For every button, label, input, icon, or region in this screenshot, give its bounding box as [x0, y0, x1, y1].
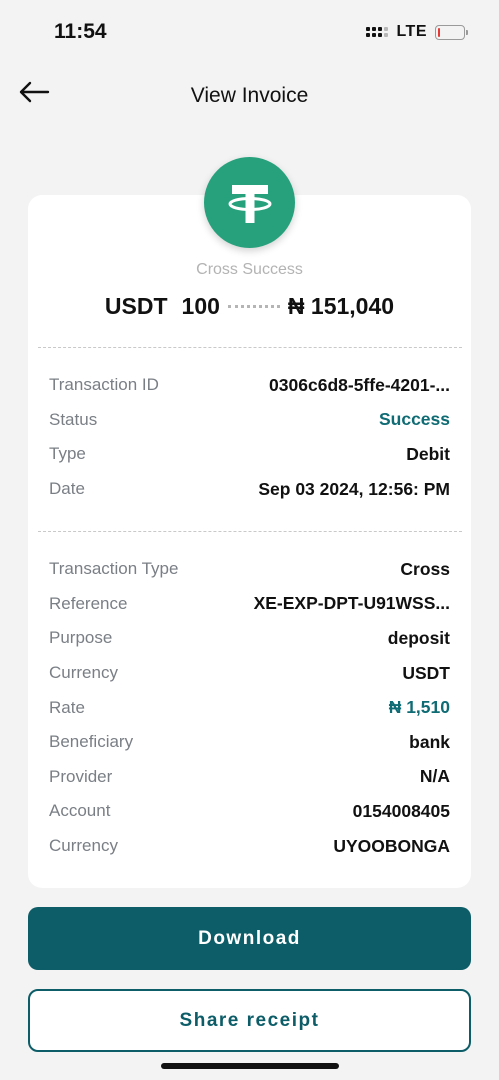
section-divider [38, 531, 462, 532]
detail-value: XE-EXP-DPT-U91WSS... [253, 593, 450, 614]
detail-value: Cross [400, 558, 450, 579]
detail-value: UYOOBONGA [333, 835, 450, 856]
detail-row-currency: Currency USDT [49, 656, 450, 691]
detail-value: deposit [387, 627, 450, 648]
detail-row-status: Status Success [49, 403, 450, 438]
transaction-status-text: Cross Success [196, 261, 303, 278]
download-button[interactable]: Download [28, 907, 471, 970]
detail-label: Transaction Type [49, 559, 179, 579]
detail-label: Currency [49, 836, 118, 856]
section-divider [38, 347, 462, 348]
tether-usdt-icon [204, 157, 295, 248]
detail-label: Account [49, 801, 111, 821]
detail-value: Sep 03 2024, 12:56: PM [258, 478, 450, 499]
from-currency: USDT [104, 293, 168, 319]
detail-label: Status [49, 409, 98, 429]
detail-value: Debit [406, 443, 450, 464]
tether-glyph [228, 184, 271, 223]
detail-row-beneficiary: Beneficiary bank [49, 725, 450, 760]
status-time: 11:54 [54, 20, 107, 43]
detail-value: bank [409, 731, 450, 752]
detail-row-date: Date Sep 03 2024, 12:56: PM [49, 472, 450, 507]
detail-row-purpose: Purpose deposit [49, 621, 450, 656]
status-bar: 11:54 LTE [0, 0, 499, 64]
status-indicators: LTE [366, 23, 468, 41]
to-amount: ₦ 151,040 [287, 293, 395, 319]
detail-value: ₦ 1,510 [388, 697, 450, 718]
detail-row-rate: Rate ₦ 1,510 [49, 690, 450, 725]
details-top: Transaction ID 0306c6d8-5ffe-4201-... St… [49, 368, 450, 506]
amount-summary: USDT 100 ₦ 151,040 [0, 293, 499, 320]
app-header: View Invoice [0, 74, 499, 122]
detail-label: Transaction ID [49, 375, 159, 395]
home-indicator [161, 1063, 339, 1069]
detail-value: Success [378, 409, 450, 430]
battery-level [438, 27, 440, 37]
detail-label: Type [49, 444, 86, 464]
detail-label: Reference [49, 593, 128, 613]
detail-row-reference: Reference XE-EXP-DPT-U91WSS... [49, 587, 450, 622]
page-title: View Invoice [190, 84, 309, 107]
dotted-connector [227, 305, 280, 308]
detail-row-transaction-id: Transaction ID 0306c6d8-5ffe-4201-... [49, 368, 450, 403]
details-bottom: Transaction Type Cross Reference XE-EXP-… [49, 552, 450, 863]
detail-label: Provider [49, 766, 113, 786]
battery-icon [435, 24, 468, 40]
detail-label: Purpose [49, 628, 113, 648]
detail-row-account: Account 0154008405 [49, 794, 450, 829]
detail-label: Date [49, 479, 85, 499]
detail-value: 0154008405 [352, 800, 450, 821]
detail-value: USDT [402, 662, 450, 683]
share-receipt-button[interactable]: Share receipt [28, 989, 471, 1052]
detail-row-transaction-type: Transaction Type Cross [49, 552, 450, 587]
signal-icon [366, 27, 389, 37]
network-type: LTE [396, 23, 427, 40]
from-amount: 100 [181, 293, 220, 319]
detail-value: 0306c6d8-5ffe-4201-... [269, 374, 450, 395]
detail-row-type: Type Debit [49, 437, 450, 472]
detail-value: N/A [419, 766, 450, 787]
detail-row-provider: Provider N/A [49, 760, 450, 795]
detail-label: Beneficiary [49, 732, 134, 752]
detail-row-account-name: Currency UYOOBONGA [49, 829, 450, 864]
detail-label: Rate [49, 697, 85, 717]
detail-label: Currency [49, 663, 118, 683]
